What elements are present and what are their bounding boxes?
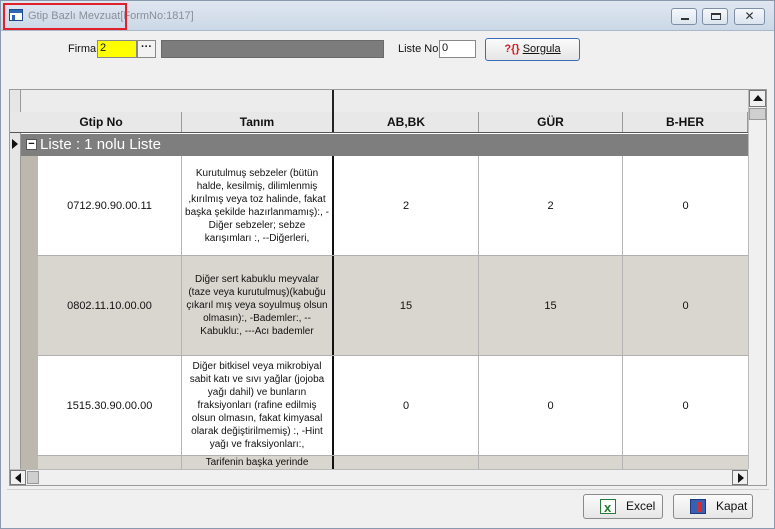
collapse-icon[interactable]: − (26, 139, 37, 150)
cell-ab-bk: 15 (334, 256, 479, 355)
group-panel-separator (332, 90, 334, 112)
main-window: Gtip Bazlı Mevzuat[FormNo:1817] ✕ Firma … (0, 0, 775, 529)
column-header-ab-bk[interactable]: AB,BK (334, 112, 479, 132)
maximize-button[interactable] (702, 8, 728, 25)
cell-gtip-no: 0802.11.10.00.00 (38, 256, 182, 355)
kapat-button[interactable]: Kapat (673, 494, 753, 519)
cell-b-her: 0 (682, 399, 689, 412)
vertical-scrollbar[interactable] (748, 90, 766, 469)
firma-name-field (161, 40, 384, 58)
group-by-panel (10, 90, 748, 112)
column-header-tanim[interactable]: Tanım (182, 112, 334, 132)
cell-tanim: Diğer bitkisel veya mikrobiyal sabit kat… (182, 356, 334, 455)
cell-tanim: Kurutulmuş sebzeler (bütün halde, kesilm… (182, 156, 334, 255)
firma-label: Firma (68, 43, 97, 55)
firma-browse-button[interactable]: ··· (137, 40, 156, 58)
group-row[interactable]: − Liste : 1 nolu Liste (21, 134, 748, 156)
excel-icon (600, 496, 616, 519)
table-row[interactable]: 1515.30.90.00.00 Diğer bitkisel veya mik… (38, 356, 748, 456)
close-icon: ✕ (744, 9, 755, 23)
cell-b-her: 0 (682, 199, 689, 212)
cell-gur: 0 (479, 356, 623, 455)
horizontal-scroll-thumb[interactable] (27, 471, 39, 484)
firma-input[interactable]: 2 (97, 40, 137, 58)
table-row[interactable]: 0802.11.10.00.00 Diğer sert kabuklu meyv… (38, 256, 748, 356)
column-header-gtip-no[interactable]: Gtip No (21, 112, 182, 132)
excel-label: Excel (626, 499, 656, 513)
sorgula-label: Sorgula (522, 43, 561, 55)
close-button[interactable]: ✕ (734, 8, 765, 25)
cell-tanim: Tarifenin başka yerinde (182, 456, 334, 469)
sorgula-button[interactable]: ?{} Sorgula (485, 38, 580, 61)
cell-ab-bk: 2 (334, 156, 479, 255)
cell-ab-bk (334, 456, 479, 469)
minimize-icon (681, 18, 689, 20)
query-icon: ?{} (504, 43, 520, 55)
minimize-button[interactable] (671, 8, 697, 25)
cell-gtip-no (38, 456, 182, 469)
restore-icon (711, 13, 721, 20)
column-header-b-her[interactable]: B-HER (623, 112, 748, 132)
column-header-gur[interactable]: GÜR (479, 112, 623, 132)
table-row[interactable]: 0712.90.90.00.11 Kurutulmuş sebzeler (bü… (38, 156, 748, 256)
grid-header: Gtip No Tanım AB,BK GÜR B-HER (10, 112, 748, 133)
cell-gur (479, 456, 623, 469)
current-row-indicator-icon (12, 139, 18, 149)
group-row-label: Liste : 1 nolu Liste (40, 136, 161, 153)
excel-button[interactable]: Excel (583, 494, 663, 519)
horizontal-scrollbar[interactable] (10, 469, 748, 485)
scrollbar-corner (748, 469, 766, 485)
scroll-up-icon[interactable] (749, 90, 766, 107)
title-highlight-box (3, 3, 127, 30)
vertical-scroll-thumb[interactable] (749, 108, 766, 120)
scroll-left-icon[interactable] (10, 470, 26, 485)
group-indent-column (21, 156, 38, 471)
title-bar: Gtip Bazlı Mevzuat[FormNo:1817] ✕ (1, 1, 774, 31)
liste-no-label: Liste No (398, 43, 439, 55)
cell-tanim: Diğer sert kabuklu meyvalar (taze veya k… (182, 256, 334, 355)
cell-gur: 15 (479, 256, 623, 355)
cell-gur: 2 (479, 156, 623, 255)
scroll-right-icon[interactable] (732, 470, 748, 485)
liste-no-input[interactable]: 0 (439, 40, 476, 58)
cell-gtip-no: 1515.30.90.00.00 (38, 356, 182, 455)
data-grid: Gtip No Tanım AB,BK GÜR B-HER − Liste : … (9, 89, 767, 486)
cell-ab-bk: 0 (334, 356, 479, 455)
cell-b-her: 0 (682, 299, 689, 312)
kapat-label: Kapat (716, 499, 748, 513)
exit-door-icon (690, 499, 706, 514)
table-row-partial[interactable]: Tarifenin başka yerinde (38, 456, 748, 470)
cell-gtip-no: 0712.90.90.00.11 (38, 156, 182, 255)
form-number: [FormNo:1817] (120, 10, 194, 22)
